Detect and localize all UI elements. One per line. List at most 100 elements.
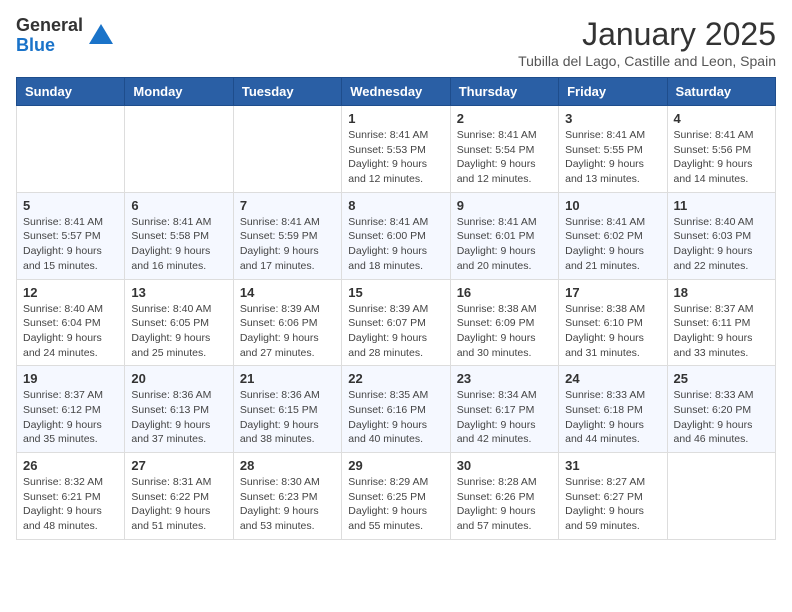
- calendar-cell: 1 Sunrise: 8:41 AM Sunset: 5:53 PM Daylig…: [342, 106, 450, 193]
- cell-date: 31: [565, 458, 660, 473]
- cell-info: Sunrise: 8:41 AM Sunset: 5:59 PM Dayligh…: [240, 215, 335, 274]
- calendar-week-row: 12 Sunrise: 8:40 AM Sunset: 6:04 PM Dayli…: [17, 279, 776, 366]
- calendar-cell: 10Sunrise: 8:41 AM Sunset: 6:02 PM Dayli…: [559, 192, 667, 279]
- cell-date: 9: [457, 198, 552, 213]
- calendar-week-row: 1 Sunrise: 8:41 AM Sunset: 5:53 PM Daylig…: [17, 106, 776, 193]
- logo: General Blue: [16, 16, 115, 56]
- cell-date: 16: [457, 285, 552, 300]
- weekday-header: Tuesday: [233, 78, 341, 106]
- cell-info: Sunrise: 8:27 AM Sunset: 6:27 PM Dayligh…: [565, 475, 660, 534]
- cell-date: 2: [457, 111, 552, 126]
- calendar-cell: 13Sunrise: 8:40 AM Sunset: 6:05 PM Dayli…: [125, 279, 233, 366]
- calendar-cell: 16 Sunrise: 8:38 AM Sunset: 6:09 PM Dayli…: [450, 279, 558, 366]
- cell-info: Sunrise: 8:30 AM Sunset: 6:23 PM Dayligh…: [240, 475, 335, 534]
- weekday-header: Saturday: [667, 78, 775, 106]
- cell-info: Sunrise: 8:41 AM Sunset: 5:54 PM Dayligh…: [457, 128, 552, 187]
- cell-date: 15: [348, 285, 443, 300]
- cell-info: Sunrise: 8:35 AM Sunset: 6:16 PM Dayligh…: [348, 388, 443, 447]
- cell-date: 8: [348, 198, 443, 213]
- calendar-cell: [125, 106, 233, 193]
- cell-date: 22: [348, 371, 443, 386]
- cell-date: 5: [23, 198, 118, 213]
- cell-date: 19: [23, 371, 118, 386]
- cell-date: 18: [674, 285, 769, 300]
- cell-date: 3: [565, 111, 660, 126]
- cell-date: 26: [23, 458, 118, 473]
- cell-info: Sunrise: 8:41 AM Sunset: 5:57 PM Dayligh…: [23, 215, 118, 274]
- calendar-cell: 27 Sunrise: 8:31 AM Sunset: 6:22 PM Dayli…: [125, 453, 233, 540]
- calendar-cell: 4 Sunrise: 8:41 AM Sunset: 5:56 PM Daylig…: [667, 106, 775, 193]
- calendar-cell: 15 Sunrise: 8:39 AM Sunset: 6:07 PM Dayli…: [342, 279, 450, 366]
- calendar-cell: 11Sunrise: 8:40 AM Sunset: 6:03 PM Dayli…: [667, 192, 775, 279]
- cell-date: 24: [565, 371, 660, 386]
- cell-info: Sunrise: 8:34 AM Sunset: 6:17 PM Dayligh…: [457, 388, 552, 447]
- calendar-cell: 17Sunrise: 8:38 AM Sunset: 6:10 PM Dayli…: [559, 279, 667, 366]
- weekday-header: Monday: [125, 78, 233, 106]
- cell-info: Sunrise: 8:37 AM Sunset: 6:11 PM Dayligh…: [674, 302, 769, 361]
- weekday-header: Sunday: [17, 78, 125, 106]
- cell-info: Sunrise: 8:38 AM Sunset: 6:09 PM Dayligh…: [457, 302, 552, 361]
- weekday-header: Friday: [559, 78, 667, 106]
- calendar-week-row: 5 Sunrise: 8:41 AM Sunset: 5:57 PM Daylig…: [17, 192, 776, 279]
- calendar-header-row: SundayMondayTuesdayWednesdayThursdayFrid…: [17, 78, 776, 106]
- calendar-cell: 9 Sunrise: 8:41 AM Sunset: 6:01 PM Daylig…: [450, 192, 558, 279]
- cell-info: Sunrise: 8:39 AM Sunset: 6:07 PM Dayligh…: [348, 302, 443, 361]
- cell-date: 4: [674, 111, 769, 126]
- cell-info: Sunrise: 8:31 AM Sunset: 6:22 PM Dayligh…: [131, 475, 226, 534]
- calendar-cell: 31 Sunrise: 8:27 AM Sunset: 6:27 PM Dayli…: [559, 453, 667, 540]
- calendar-cell: 5 Sunrise: 8:41 AM Sunset: 5:57 PM Daylig…: [17, 192, 125, 279]
- calendar-cell: 19 Sunrise: 8:37 AM Sunset: 6:12 PM Dayli…: [17, 366, 125, 453]
- cell-date: 7: [240, 198, 335, 213]
- cell-date: 21: [240, 371, 335, 386]
- cell-info: Sunrise: 8:41 AM Sunset: 6:01 PM Dayligh…: [457, 215, 552, 274]
- calendar-cell: 6Sunrise: 8:41 AM Sunset: 5:58 PM Daylig…: [125, 192, 233, 279]
- calendar-cell: 7 Sunrise: 8:41 AM Sunset: 5:59 PM Daylig…: [233, 192, 341, 279]
- cell-info: Sunrise: 8:41 AM Sunset: 5:53 PM Dayligh…: [348, 128, 443, 187]
- cell-info: Sunrise: 8:39 AM Sunset: 6:06 PM Dayligh…: [240, 302, 335, 361]
- calendar-cell: 18 Sunrise: 8:37 AM Sunset: 6:11 PM Dayli…: [667, 279, 775, 366]
- calendar-table: SundayMondayTuesdayWednesdayThursdayFrid…: [16, 77, 776, 540]
- cell-info: Sunrise: 8:36 AM Sunset: 6:13 PM Dayligh…: [131, 388, 226, 447]
- cell-date: 12: [23, 285, 118, 300]
- cell-info: Sunrise: 8:38 AM Sunset: 6:10 PM Dayligh…: [565, 302, 660, 361]
- cell-date: 29: [348, 458, 443, 473]
- calendar-cell: 22 Sunrise: 8:35 AM Sunset: 6:16 PM Dayli…: [342, 366, 450, 453]
- cell-info: Sunrise: 8:28 AM Sunset: 6:26 PM Dayligh…: [457, 475, 552, 534]
- cell-date: 25: [674, 371, 769, 386]
- calendar-cell: 24 Sunrise: 8:33 AM Sunset: 6:18 PM Dayli…: [559, 366, 667, 453]
- page-header: General Blue January 2025 Tubilla del La…: [16, 16, 776, 69]
- weekday-header: Thursday: [450, 78, 558, 106]
- calendar-cell: 20 Sunrise: 8:36 AM Sunset: 6:13 PM Dayli…: [125, 366, 233, 453]
- calendar-cell: 26Sunrise: 8:32 AM Sunset: 6:21 PM Dayli…: [17, 453, 125, 540]
- cell-date: 28: [240, 458, 335, 473]
- cell-info: Sunrise: 8:33 AM Sunset: 6:20 PM Dayligh…: [674, 388, 769, 447]
- calendar-cell: 30Sunrise: 8:28 AM Sunset: 6:26 PM Dayli…: [450, 453, 558, 540]
- cell-info: Sunrise: 8:41 AM Sunset: 6:00 PM Dayligh…: [348, 215, 443, 274]
- cell-info: Sunrise: 8:33 AM Sunset: 6:18 PM Dayligh…: [565, 388, 660, 447]
- cell-info: Sunrise: 8:40 AM Sunset: 6:04 PM Dayligh…: [23, 302, 118, 361]
- cell-date: 10: [565, 198, 660, 213]
- cell-info: Sunrise: 8:41 AM Sunset: 5:56 PM Dayligh…: [674, 128, 769, 187]
- calendar-cell: 23Sunrise: 8:34 AM Sunset: 6:17 PM Dayli…: [450, 366, 558, 453]
- cell-date: 27: [131, 458, 226, 473]
- cell-date: 14: [240, 285, 335, 300]
- cell-info: Sunrise: 8:40 AM Sunset: 6:03 PM Dayligh…: [674, 215, 769, 274]
- calendar-cell: 2 Sunrise: 8:41 AM Sunset: 5:54 PM Daylig…: [450, 106, 558, 193]
- calendar-cell: [667, 453, 775, 540]
- cell-date: 1: [348, 111, 443, 126]
- title-block: January 2025 Tubilla del Lago, Castille …: [518, 16, 776, 69]
- calendar-cell: 25 Sunrise: 8:33 AM Sunset: 6:20 PM Dayli…: [667, 366, 775, 453]
- cell-date: 6: [131, 198, 226, 213]
- cell-date: 20: [131, 371, 226, 386]
- cell-info: Sunrise: 8:29 AM Sunset: 6:25 PM Dayligh…: [348, 475, 443, 534]
- calendar-cell: 14 Sunrise: 8:39 AM Sunset: 6:06 PM Dayli…: [233, 279, 341, 366]
- weekday-header: Wednesday: [342, 78, 450, 106]
- title-location: Tubilla del Lago, Castille and Leon, Spa…: [518, 53, 776, 69]
- title-month: January 2025: [518, 16, 776, 53]
- calendar-cell: 21Sunrise: 8:36 AM Sunset: 6:15 PM Dayli…: [233, 366, 341, 453]
- cell-info: Sunrise: 8:41 AM Sunset: 5:55 PM Dayligh…: [565, 128, 660, 187]
- calendar-cell: [17, 106, 125, 193]
- calendar-cell: 28 Sunrise: 8:30 AM Sunset: 6:23 PM Dayli…: [233, 453, 341, 540]
- cell-info: Sunrise: 8:40 AM Sunset: 6:05 PM Dayligh…: [131, 302, 226, 361]
- cell-info: Sunrise: 8:37 AM Sunset: 6:12 PM Dayligh…: [23, 388, 118, 447]
